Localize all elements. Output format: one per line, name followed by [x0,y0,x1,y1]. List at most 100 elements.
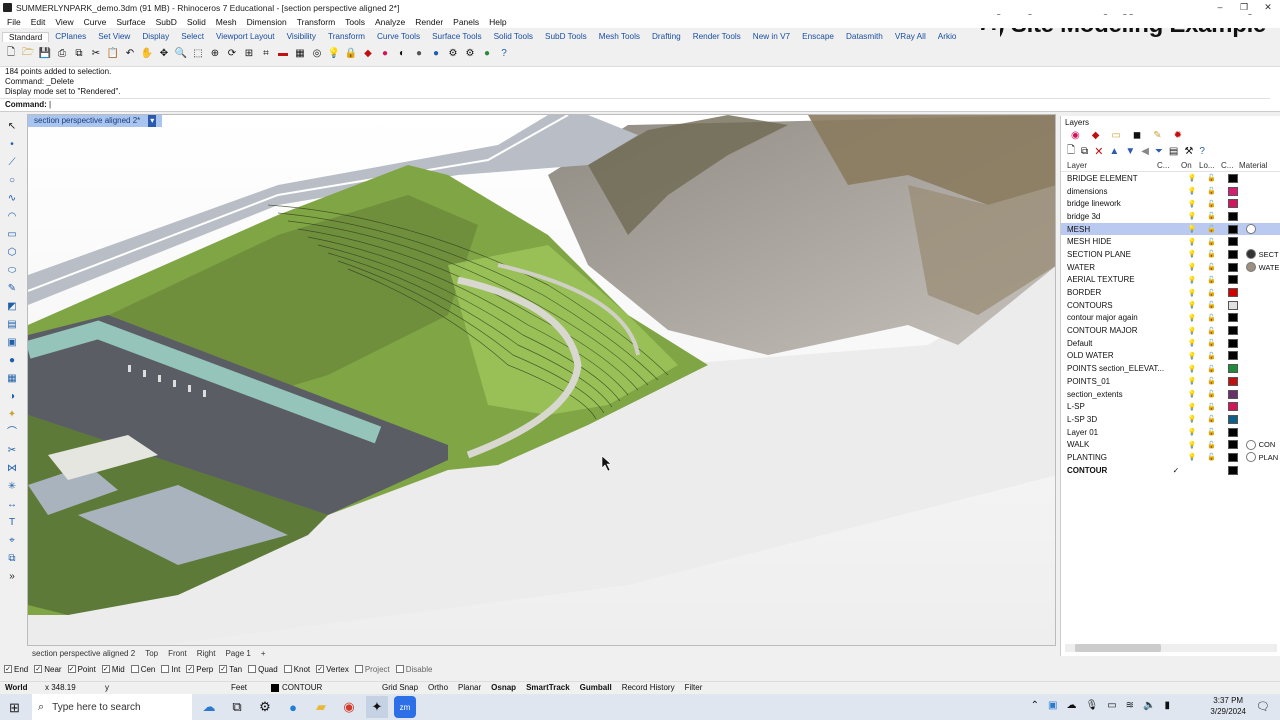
col-lock[interactable]: Lo... [1199,161,1221,170]
layer-row[interactable]: AERIAL TEXTURE 💡 🔓 [1061,274,1280,287]
menu-item-tools[interactable]: Tools [340,17,370,27]
polygon-icon[interactable]: ⬡ [5,246,19,260]
boolean-icon[interactable]: ◑ [5,390,19,404]
unlock-icon[interactable]: 🔓 [1201,415,1222,423]
checkbox[interactable]: ✓ [316,665,325,673]
menu-item-mesh[interactable]: Mesh [211,17,242,27]
toolbar-tab-arkio[interactable]: Arkio [932,32,963,41]
menu-item-solid[interactable]: Solid [182,17,211,27]
layer-row[interactable]: dimensions 💡 🔓 [1061,185,1280,198]
col-current[interactable]: C... [1157,161,1181,170]
layer-name[interactable]: AERIAL TEXTURE [1061,275,1168,284]
layer-material[interactable]: WATE [1245,262,1280,273]
unlock-icon[interactable]: 🔓 [1201,352,1222,360]
view-tab[interactable]: Page 1 [220,649,255,658]
layer-row[interactable]: section_extents 💡 🔓 [1061,388,1280,401]
open-file-icon[interactable]: 🗁 [21,46,35,60]
layer-color-swatch[interactable] [1227,288,1238,298]
cplane-indicator[interactable]: World [5,683,45,692]
task-view-icon[interactable]: ⧉ [226,696,248,718]
transform-icon[interactable]: ✦ [5,408,19,422]
fillet-icon[interactable]: ⌒ [5,426,19,440]
layer-color-swatch[interactable] [1227,237,1238,247]
toolbar-tab-surface-tools[interactable]: Surface Tools [426,32,487,41]
notification-icon[interactable]: 🗨 [1256,700,1270,713]
checkbox[interactable]: ✓ [101,665,110,673]
osnap-int[interactable]: Int [161,665,180,674]
toolbar-tab-render-tools[interactable]: Render Tools [687,32,747,41]
horizontal-scrollbar[interactable] [1065,644,1277,652]
car-icon[interactable]: ▬ [276,46,290,60]
color-icon[interactable]: ◉ [1071,130,1080,141]
sphere-icon[interactable]: ● [412,46,426,60]
layers-tab-icon[interactable]: ◆ [1092,130,1100,141]
edge-icon[interactable]: ● [282,696,304,718]
color-wheel-icon[interactable]: ● [378,46,392,60]
checkbox[interactable] [354,665,363,673]
chevron-up-icon[interactable]: ⌃ [1031,700,1039,711]
layer-color-swatch[interactable] [1227,338,1238,348]
unlock-icon[interactable]: 🔓 [1201,327,1222,335]
osnap-knot[interactable]: Knot [283,665,310,674]
layer-name[interactable]: POINTS_01 [1061,377,1168,386]
lightbulb-icon[interactable]: 💡 [1184,314,1201,322]
toolbar-tab-new-in-v7[interactable]: New in V7 [747,32,796,41]
globe-icon[interactable]: ● [480,46,494,60]
paste-icon[interactable]: 📋 [106,46,120,60]
unlock-icon[interactable]: 🔓 [1201,212,1222,220]
checkbox[interactable] [395,665,404,673]
zoom-app-icon[interactable]: zm [394,696,416,718]
menu-item-dimension[interactable]: Dimension [242,17,292,27]
toolbar-tab-transform[interactable]: Transform [322,32,371,41]
menu-item-file[interactable]: File [2,17,26,27]
viewport-title[interactable]: section perspective aligned 2* ▾ [28,115,163,127]
box-icon[interactable]: ▣ [5,336,19,350]
layer-name[interactable]: L-SP 3D [1061,415,1168,424]
copy-icon[interactable]: ⧉ [72,46,86,60]
light-icon[interactable]: 💡 [327,46,341,60]
checkbox[interactable]: ✓ [67,665,76,673]
menu-item-view[interactable]: View [50,17,78,27]
layer-row[interactable]: MESH 💡 🔓 [1061,222,1280,236]
toolbar-tab-subd-tools[interactable]: SubD Tools [539,32,593,41]
osnap-disable[interactable]: Disable [395,665,432,674]
unlock-icon[interactable]: 🔓 [1201,428,1222,436]
layer-name[interactable]: WATER [1061,263,1168,272]
point-icon[interactable]: • [5,138,19,152]
lightbulb-icon[interactable]: 💡 [1184,187,1201,195]
layer-name[interactable]: contour major again [1061,313,1168,322]
unlock-icon[interactable]: 🔓 [1201,200,1222,208]
menu-item-render[interactable]: Render [410,17,448,27]
osnap-perp[interactable]: ✓ Perp [186,665,213,674]
menu-item-surface[interactable]: Surface [111,17,150,27]
layer-color-swatch[interactable] [1227,402,1238,412]
unlock-icon[interactable]: 🔓 [1201,314,1222,322]
layer-color-swatch[interactable] [1227,199,1238,209]
layer-row[interactable]: L-SP 3D 💡 🔓 [1061,413,1280,426]
view-tab[interactable]: Top [140,649,163,658]
layer-name[interactable]: section_extents [1061,390,1168,399]
layer-color-swatch[interactable] [1227,389,1238,399]
layer-row[interactable]: OLD WATER 💡 🔓 [1061,350,1280,363]
group-icon[interactable]: ⧉ [5,552,19,566]
layer-name[interactable]: Layer 01 [1061,428,1168,437]
layer-color-swatch[interactable] [1227,364,1238,374]
delete-layer-icon[interactable]: ✕ [1094,145,1103,158]
layer-name[interactable]: Default [1061,339,1168,348]
toggle-ortho[interactable]: Ortho [428,683,448,692]
unlock-icon[interactable]: 🔓 [1201,377,1222,385]
layer-color-swatch[interactable] [1227,452,1238,462]
unlock-icon[interactable]: 🔓 [1201,174,1222,182]
layer-row[interactable]: CONTOURS 💡 🔓 [1061,299,1280,312]
checkbox[interactable]: ✓ [4,665,12,673]
freeform-icon[interactable]: ✎ [5,282,19,296]
undo-icon[interactable]: ↶ [123,46,137,60]
layer-row[interactable]: MESH HIDE 💡 🔓 [1061,235,1280,248]
new-sublayer-icon[interactable]: ⧉ [1081,146,1088,157]
lightbulb-icon[interactable]: 💡 [1184,428,1201,436]
layer-color-swatch[interactable] [1227,427,1238,437]
checkbox[interactable] [130,665,139,673]
chevron-down-icon[interactable]: ▾ [148,115,157,127]
layer-row[interactable]: Default 💡 🔓 [1061,337,1280,350]
checkbox[interactable]: ✓ [219,665,228,673]
